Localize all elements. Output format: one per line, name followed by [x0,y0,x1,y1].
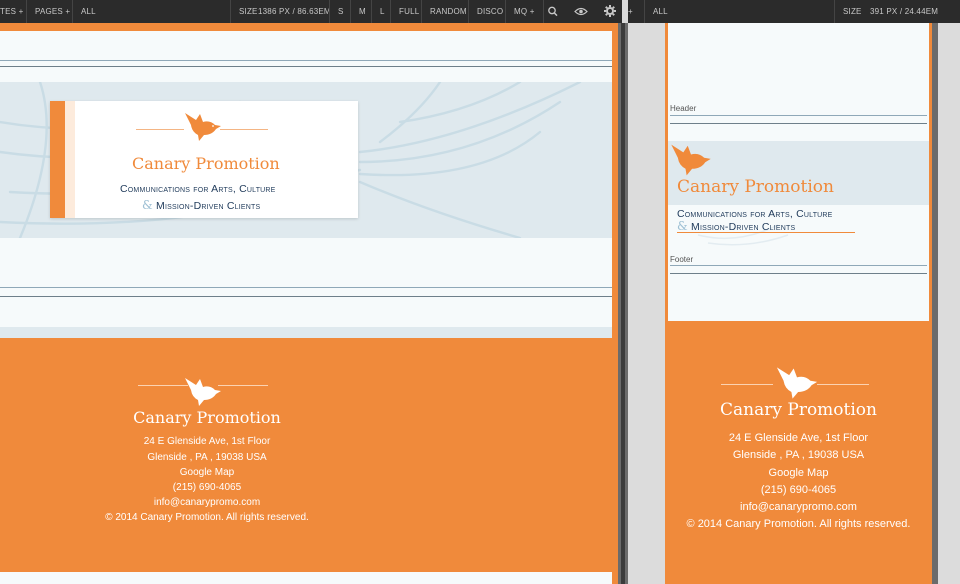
site-footer: Canary Promotion 24 E Glenside Ave, 1st … [0,338,618,572]
right-all-button[interactable]: ALL [644,0,668,23]
logo-card-bar [50,101,65,218]
size-l-button[interactable]: L [371,0,385,23]
right-plus-button[interactable]: + [628,0,633,23]
canary-bird-icon [185,113,221,141]
all-button[interactable]: ALL [72,0,96,23]
size-m-button[interactable]: M [350,0,366,23]
header-label: Header [670,104,697,113]
size-readout: 1386 PX / 86.63EM [258,7,331,16]
mq-menu[interactable]: MQ + [505,0,544,23]
mobile-footer-rule-bottom [670,273,927,274]
tests-menu[interactable]: TES + [0,0,23,23]
tagline-line-1: Communications for Arts, Culture [120,183,276,195]
footer-email-link[interactable]: info@canarypromo.com [104,497,310,508]
mobile-header-rule-bottom [670,123,927,124]
mobile-footer-brand-name: Canary Promotion [720,400,877,420]
disco-button[interactable]: DISCO [468,0,503,23]
logo-card: Canary Promotion Communications for Arts… [50,101,358,218]
mobile-tagline-ampersand: & [677,219,688,233]
mobile-viewport-frame: Header Canary Promotion Communications f… [665,23,932,584]
mobile-brand-name: Canary Promotion [677,177,834,197]
right-outer-margin [938,23,960,584]
mobile-header-rule-top [670,115,927,116]
right-size-label: SIZE [834,0,862,23]
mobile-footer-address-line-1: 24 E Glenside Ave, 1st Floor [728,432,869,444]
content-rule-top [0,287,612,288]
footer-bird-icon [185,378,221,406]
mobile-footer-bird-icon [776,367,818,399]
footer-phone[interactable]: (215) 690-4065 [104,482,310,493]
mobile-footer-copyright: © 2014 Canary Promotion. All rights rese… [686,518,911,530]
footer-shadow-band [0,327,612,338]
top-accent [0,23,612,31]
brand-name: Canary Promotion [132,154,280,173]
search-icon[interactable] [542,0,564,23]
size-label: SIZE [230,0,258,23]
pages-menu[interactable]: PAGES + [26,0,70,23]
footer-address-line-1: 24 E Glenside Ave, 1st Floor [143,436,271,447]
mobile-footer-address-line-2: Glenside , PA , 19038 USA [732,449,865,461]
left-viewport-resize-handle[interactable] [618,23,628,584]
google-map-link[interactable]: Google Map [104,467,310,478]
content-rule-bottom [0,296,612,297]
mobile-site-footer: Canary Promotion 24 E Glenside Ave, 1st … [665,321,932,584]
mobile-canary-bird-icon [671,144,711,176]
logo-card-bar-light [65,101,75,218]
wide-viewport-frame: Canary Promotion Communications for Arts… [0,23,618,584]
gear-icon[interactable] [599,0,621,23]
size-full-button[interactable]: FULL [390,0,419,23]
mobile-google-map-link[interactable]: Google Map [665,467,932,479]
footer-brand-name: Canary Promotion [133,408,281,427]
eye-icon[interactable] [570,0,592,23]
footer-copyright: © 2014 Canary Promotion. All rights rese… [105,512,309,523]
mobile-tagline-underline [677,232,855,233]
viewport-toolbar-right: + ALL SIZE 391 PX / 24.44EM [628,0,960,23]
mobile-tagline-line-2: & Mission-Driven Clients [677,219,795,233]
mobile-footer-email-link[interactable]: info@canarypromo.com [665,501,932,513]
nav-rule-top [0,60,612,61]
right-viewport-margin [628,23,665,584]
tagline-line-2: & Mission-Driven Clients [142,198,260,212]
footer-label: Footer [670,255,694,264]
mobile-footer-rule-top [670,265,927,266]
nav-rule-bottom [0,66,612,67]
viewport-toolbar-left: TES + PAGES + ALL SIZE 1386 PX / 86.63EM… [0,0,622,23]
tagline-line-2-text: Mission-Driven Clients [156,200,261,212]
mobile-footer-phone[interactable]: (215) 690-4065 [665,484,932,496]
page-bottom-edge [0,572,612,584]
size-s-button[interactable]: S [329,0,344,23]
tagline-ampersand: & [142,198,153,212]
random-button[interactable]: RANDOM [421,0,467,23]
footer-address-line-2: Glenside , PA , 19038 USA [147,452,267,463]
right-size-readout: 391 PX / 24.44EM [870,7,939,16]
